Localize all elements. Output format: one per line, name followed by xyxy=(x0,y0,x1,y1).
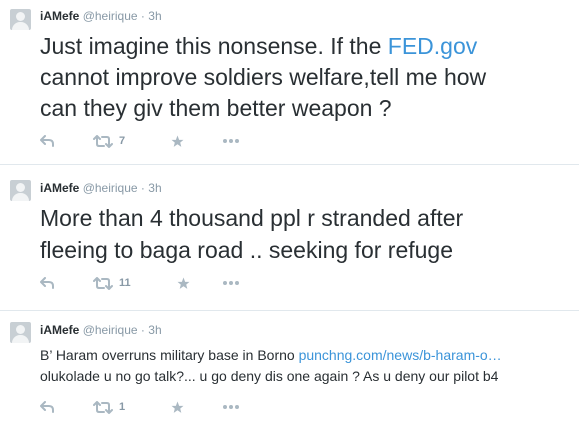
more-button[interactable] xyxy=(223,274,239,292)
more-icon xyxy=(223,405,239,409)
timestamp[interactable]: 3h xyxy=(148,181,161,195)
tweet-text: Just imagine this nonsense. If the xyxy=(40,33,388,59)
avatar[interactable] xyxy=(10,322,31,343)
favorite-button[interactable] xyxy=(177,274,190,292)
tweet-text-line: olukolade u no go talk?... u go deny dis… xyxy=(40,368,499,384)
reply-icon xyxy=(40,277,54,289)
tweet-text: B’ Haram overruns military base in Borno xyxy=(40,347,299,363)
more-icon xyxy=(223,281,239,285)
favorite-button[interactable] xyxy=(171,132,184,150)
tweet-text-line: cannot improve soldiers welfare,tell me … xyxy=(40,64,487,90)
retweet-count: 7 xyxy=(119,135,126,147)
tweet-text-line: fleeing to baga road .. seeking for refu… xyxy=(40,237,454,263)
display-name[interactable]: iAMefe xyxy=(40,181,79,195)
reply-icon xyxy=(40,135,54,147)
tweet-header: iAMefe @heirique · 3h xyxy=(40,181,162,195)
username[interactable]: @heirique xyxy=(83,9,138,23)
tweet-link[interactable]: FED.gov xyxy=(388,33,477,59)
star-icon xyxy=(171,401,184,414)
username[interactable]: @heirique xyxy=(83,323,138,337)
tweet-text-line: B’ Haram overruns military base in Borno… xyxy=(40,345,502,365)
tweet-link[interactable]: punchng.com/news/b-haram-o… xyxy=(299,347,502,363)
retweet-button[interactable]: 1 xyxy=(93,398,125,416)
tweet[interactable]: iAMefe @heirique · 3h Just imagine this … xyxy=(0,0,579,165)
separator-dot: · xyxy=(140,323,145,337)
retweet-count: 11 xyxy=(119,277,131,289)
timestamp[interactable]: 3h xyxy=(148,323,161,337)
username[interactable]: @heirique xyxy=(83,181,138,195)
retweet-icon xyxy=(93,276,113,290)
tweet[interactable]: iAMefe @heirique · 3h B’ Haram overruns … xyxy=(0,311,579,431)
timestamp[interactable]: 3h xyxy=(148,9,161,23)
tweet-header: iAMefe @heirique · 3h xyxy=(40,9,162,23)
star-icon xyxy=(171,135,184,148)
retweet-button[interactable]: 7 xyxy=(93,132,125,150)
display-name[interactable]: iAMefe xyxy=(40,9,79,23)
avatar[interactable] xyxy=(10,9,31,30)
tweet-header: iAMefe @heirique · 3h xyxy=(40,323,162,337)
avatar[interactable] xyxy=(10,180,31,201)
more-button[interactable] xyxy=(223,132,239,150)
retweet-icon xyxy=(93,134,113,148)
display-name[interactable]: iAMefe xyxy=(40,323,79,337)
tweet-text-line: More than 4 thousand ppl r stranded afte… xyxy=(40,205,464,231)
reply-button[interactable] xyxy=(40,132,54,150)
more-icon xyxy=(223,139,239,143)
tweet-text-line: can they giv them better weapon ? xyxy=(40,95,392,121)
tweet[interactable]: iAMefe @heirique · 3h More than 4 thousa… xyxy=(0,165,579,311)
retweet-icon xyxy=(93,400,113,414)
reply-button[interactable] xyxy=(40,398,54,416)
reply-button[interactable] xyxy=(40,274,54,292)
star-icon xyxy=(177,277,190,290)
retweet-button[interactable]: 11 xyxy=(93,274,131,292)
separator-dot: · xyxy=(140,181,145,195)
tweet-text-line: Just imagine this nonsense. If the FED.g… xyxy=(40,31,477,61)
more-button[interactable] xyxy=(223,398,239,416)
reply-icon xyxy=(40,401,54,413)
favorite-button[interactable] xyxy=(171,398,184,416)
retweet-count: 1 xyxy=(119,401,126,413)
separator-dot: · xyxy=(140,9,145,23)
